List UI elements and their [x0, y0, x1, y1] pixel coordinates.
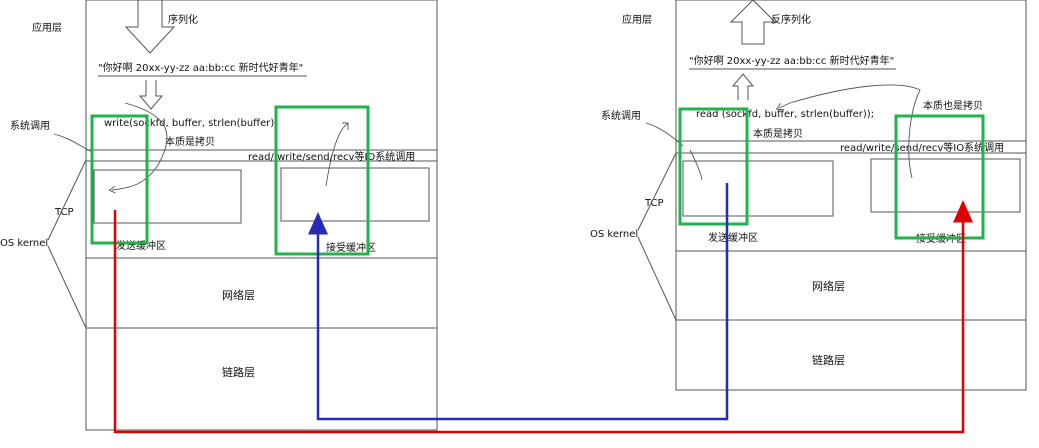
left-message: "你好啊 20xx-yy-zz aa:bb:cc 新时代好青年" [98, 61, 303, 74]
left-arrow-label: 序列化 [168, 13, 198, 26]
left-copy-note: 本质是拷贝 [165, 135, 215, 148]
right-send-buffer-label: 发送缓冲区 [708, 231, 758, 244]
left-serialize-arrow [124, 0, 176, 54]
left-syscall-code: write(sockfd, buffer, strlen(buffer)) [104, 118, 278, 129]
left-os-label: OS kernel [0, 238, 48, 249]
right-small-arrow [731, 73, 755, 100]
right-os-brace-bottom [637, 236, 677, 321]
network-stack-diagram: 序列化 应用层 "你好啊 20xx-yy-zz aa:bb:cc 新时代好青年"… [0, 0, 1027, 434]
left-small-arrow [138, 80, 164, 110]
left-os-brace-top [47, 159, 87, 241]
right-io-bar-label: read/write/send/recv等IO系统调用 [840, 141, 1004, 154]
left-syscall-label: 系统调用 [10, 119, 50, 132]
blue-data-path [308, 183, 729, 421]
left-link-layer: 链路层 [222, 365, 255, 379]
right-os-label: OS kernel [590, 229, 638, 240]
right-link-layer: 链路层 [812, 353, 845, 367]
right-copy-note: 本质是拷贝 [753, 127, 803, 140]
right-recv-buffer [870, 158, 1021, 213]
left-os-brace-bottom [47, 245, 87, 329]
left-send-buffer-label: 发送缓冲区 [116, 239, 166, 252]
right-syscall-code: read (sockfd, buffer, strlen(buffer)); [696, 109, 874, 120]
right-app-layer: 应用层 [622, 13, 652, 26]
right-arrow-label: 反序列化 [771, 13, 811, 26]
right-send-scribble [689, 149, 703, 181]
right-send-buffer [682, 160, 834, 217]
left-recv-buffer [280, 167, 430, 222]
right-tcp-label: TCP [644, 198, 664, 209]
right-message: "你好啊 20xx-yy-zz aa:bb:cc 新时代好青年" [689, 54, 894, 67]
left-recv-highlight [274, 105, 370, 256]
left-send-highlight [90, 114, 149, 245]
right-syscall-label: 系统调用 [601, 109, 641, 122]
left-app-layer: 应用层 [32, 21, 62, 34]
right-syscall-pointer [645, 122, 684, 147]
right-copy-note-2: 本质也是拷贝 [923, 99, 983, 112]
right-network-layer: 网络层 [812, 279, 845, 293]
left-tcp-label: TCP [54, 207, 74, 218]
red-data-path [113, 200, 973, 434]
left-host: 序列化 应用层 "你好啊 20xx-yy-zz aa:bb:cc 新时代好青年"… [0, 0, 438, 431]
right-send-highlight [678, 107, 749, 226]
right-os-brace-top [637, 152, 677, 231]
right-host: 反序列化 应用层 "你好啊 20xx-yy-zz aa:bb:cc 新时代好青年… [590, 0, 1027, 391]
right-deserialize-arrow [729, 0, 777, 45]
left-network-layer: 网络层 [222, 288, 255, 302]
